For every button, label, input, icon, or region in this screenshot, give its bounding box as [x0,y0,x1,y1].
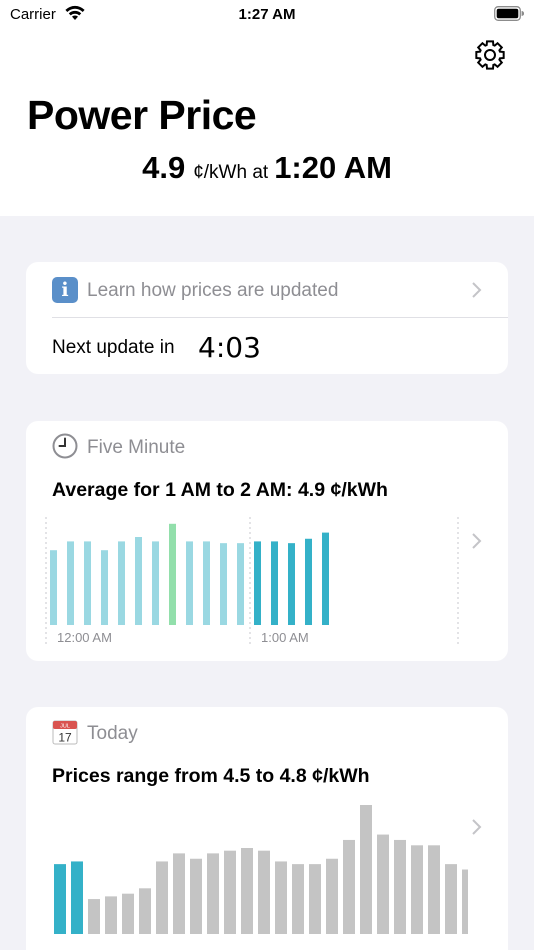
today-hour-bar [173,853,185,934]
today-hour-bar [275,861,287,934]
current-price-value: 4.9 [142,150,186,185]
today-hour-bar [326,858,338,934]
calendar-icon-month: JUL [60,724,70,730]
today-hour-bar [292,864,304,934]
today-hour-bar [105,896,117,934]
five-minute-bar [220,543,227,625]
five-minute-bar [135,537,142,625]
today-headline: Prices range from 4.5 to 4.8 ¢/kWh [52,765,370,787]
x-tick-label: 12:00 AM [57,630,112,645]
calendar-icon-day: 17 [58,731,72,745]
today-hour-bar [241,848,253,934]
five-minute-bar [288,543,295,625]
today-hour-bar [190,858,202,934]
five-minute-bar [84,541,91,625]
today-hour-bar [122,893,134,934]
next-update-countdown: 4:03 [198,331,261,364]
today-hour-bar [445,864,457,934]
divider [52,317,508,318]
today-hour-bar [343,839,355,934]
page-title: Power Price [27,92,257,138]
header-area: Carrier 1:27 AM Power Price 4.9 ¢/kWh at 1… [0,0,534,216]
five-minute-bar [50,550,57,625]
five-minute-bar [67,541,74,625]
chevron-right-icon [472,819,482,835]
learn-prices-label: Learn how prices are updated [87,280,339,301]
today-hour-bar [428,845,440,934]
update-card: i Learn how prices are updated Next upda… [26,262,508,374]
five-minute-bar [271,541,278,625]
learn-prices-link[interactable]: i Learn how prices are updated [26,262,508,318]
today-card[interactable]: JUL 17 Today Prices range from 4.5 to 4.… [26,707,508,950]
today-hour-bar [411,845,423,934]
five-minute-bar [101,550,108,625]
current-price-time: 1:20 AM [274,150,392,185]
today-hour-bar [360,805,372,934]
today-hour-bar [139,888,151,934]
five-minute-bar [169,523,176,625]
gear-icon[interactable] [473,38,507,72]
today-hour-bar [88,899,100,934]
today-label: Today [87,723,138,744]
today-chart [54,805,468,934]
today-hour-bar [377,834,389,934]
five-minute-bar [186,541,193,625]
chevron-right-icon [472,533,482,549]
clock-icon [52,433,78,459]
five-minute-bar [305,538,312,625]
five-minute-bar [322,532,329,625]
next-update-label: Next update in [52,337,175,358]
chevron-right-icon [472,282,482,298]
calendar-icon: JUL 17 [52,720,78,745]
today-hour-bar [258,850,270,934]
today-hour-bar [224,850,236,934]
current-price-unit: ¢/kWh at [193,162,269,183]
status-time: 1:27 AM [238,6,296,23]
five-minute-headline: Average for 1 AM to 2 AM: 4.9 ¢/kWh [52,479,388,501]
today-hour-bar [309,864,321,934]
five-minute-bar [118,541,125,625]
today-hour-bar [207,853,219,934]
today-hour-bar [156,861,168,934]
battery-icon [494,6,524,21]
current-price: 4.9 ¢/kWh at 1:20 AM [0,150,534,186]
five-minute-bar [237,543,244,625]
five-minute-label: Five Minute [87,437,186,458]
today-hour-bar [54,864,66,934]
x-tick-label: 1:00 AM [261,630,309,645]
today-hour-bar [462,869,468,934]
today-hour-bar [394,839,406,934]
five-minute-chart: 12:00 AM 1:00 AM [45,517,459,645]
five-minute-bar [152,541,159,625]
five-minute-bar [254,541,261,625]
status-bar: Carrier 1:27 AM [0,0,534,30]
five-minute-card[interactable]: Five Minute Average for 1 AM to 2 AM: 4.… [26,421,508,661]
five-minute-bar [203,541,210,625]
today-hour-bar [71,861,83,934]
info-icon: i [52,277,78,303]
